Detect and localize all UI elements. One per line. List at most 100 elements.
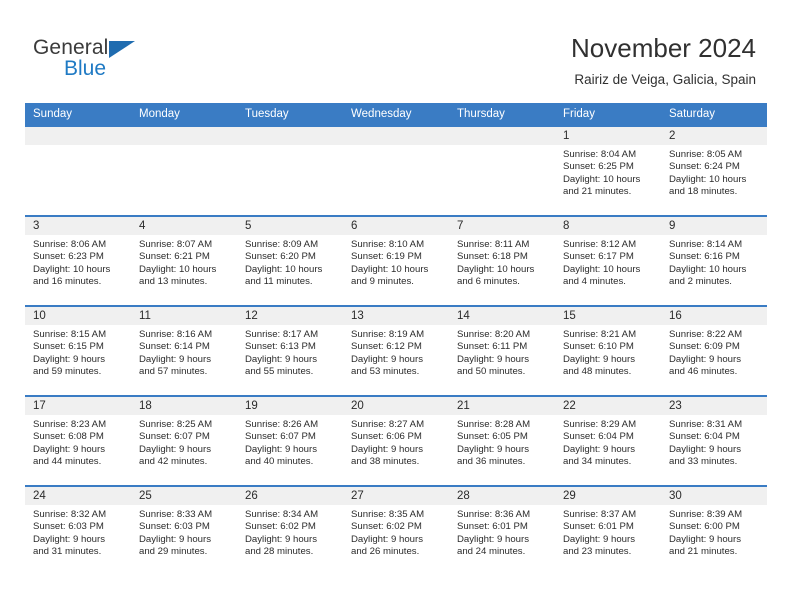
sunset-time: Sunset: 6:17 PM: [563, 251, 634, 263]
page-header: General Blue November 2024 Rairiz de Vei…: [0, 0, 792, 100]
day-number: 25: [131, 487, 237, 505]
daylight-duration-line1: Daylight: 9 hours: [563, 443, 635, 455]
day-number: 5: [237, 217, 343, 235]
sunset-time: Sunset: 6:12 PM: [351, 341, 422, 353]
calendar-day-cell[interactable]: 30 Sunrise: 8:39 AM Sunset: 6:00 PM Dayligh…: [661, 485, 767, 576]
daylight-duration-line1: Daylight: 10 hours: [563, 173, 641, 185]
calendar-day-cell[interactable]: 17 Sunrise: 8:23 AM Sunset: 6:08 PM Dayligh…: [25, 395, 131, 486]
daylight-duration-line1: Daylight: 9 hours: [245, 443, 317, 455]
calendar-cell-empty: [25, 125, 131, 216]
daylight-duration-line2: and 34 minutes.: [563, 456, 632, 468]
sunset-time: Sunset: 6:08 PM: [33, 431, 104, 443]
sunrise-time: Sunrise: 8:06 AM: [33, 239, 107, 250]
calendar-day-cell[interactable]: 11 Sunrise: 8:16 AM Sunset: 6:14 PM Dayligh…: [131, 305, 237, 396]
sunrise-time: Sunrise: 8:35 AM: [351, 509, 425, 520]
daylight-duration-line2: and 18 minutes.: [669, 186, 738, 198]
sunrise-time: Sunrise: 8:29 AM: [563, 419, 637, 430]
calendar-day-cell[interactable]: 3 Sunrise: 8:06 AM Sunset: 6:23 PM Daylight…: [25, 215, 131, 306]
daylight-duration-line2: and 38 minutes.: [351, 456, 420, 468]
calendar-day-cell[interactable]: 4 Sunrise: 8:07 AM Sunset: 6:21 PM Daylight…: [131, 215, 237, 306]
sun-info: Sunrise: 8:35 AM Sunset: 6:02 PM Daylight:…: [343, 505, 449, 559]
calendar-day-cell[interactable]: 2 Sunrise: 8:05 AM Sunset: 6:24 PM Daylight…: [661, 125, 767, 216]
sunrise-time: Sunrise: 8:27 AM: [351, 419, 425, 430]
calendar-day-cell[interactable]: 24 Sunrise: 8:32 AM Sunset: 6:03 PM Dayligh…: [25, 485, 131, 576]
calendar-day-cell[interactable]: 15 Sunrise: 8:21 AM Sunset: 6:10 PM Dayligh…: [555, 305, 661, 396]
sunset-time: Sunset: 6:04 PM: [563, 431, 634, 443]
sunrise-time: Sunrise: 8:04 AM: [563, 149, 637, 160]
sun-info: Sunrise: 8:17 AM Sunset: 6:13 PM Daylight:…: [237, 325, 343, 379]
calendar-day-cell[interactable]: 10 Sunrise: 8:15 AM Sunset: 6:15 PM Dayligh…: [25, 305, 131, 396]
sun-info: Sunrise: 8:06 AM Sunset: 6:23 PM Daylight:…: [25, 235, 131, 289]
day-number: 19: [237, 397, 343, 415]
sun-info: Sunrise: 8:16 AM Sunset: 6:14 PM Daylight:…: [131, 325, 237, 379]
daylight-duration-line2: and 29 minutes.: [139, 546, 208, 558]
sun-info: Sunrise: 8:32 AM Sunset: 6:03 PM Daylight:…: [25, 505, 131, 559]
daylight-duration-line1: Daylight: 9 hours: [33, 533, 105, 545]
weekday-header-saturday: Saturday: [661, 103, 767, 126]
sunrise-time: Sunrise: 8:20 AM: [457, 329, 531, 340]
daylight-duration-line1: Daylight: 10 hours: [669, 263, 747, 275]
sunset-time: Sunset: 6:07 PM: [139, 431, 210, 443]
sun-info: Sunrise: 8:04 AM Sunset: 6:25 PM Daylight:…: [555, 145, 661, 199]
calendar-day-cell[interactable]: 27 Sunrise: 8:35 AM Sunset: 6:02 PM Dayligh…: [343, 485, 449, 576]
calendar-day-cell[interactable]: 12 Sunrise: 8:17 AM Sunset: 6:13 PM Dayligh…: [237, 305, 343, 396]
sun-info: Sunrise: 8:10 AM Sunset: 6:19 PM Daylight:…: [343, 235, 449, 289]
sunrise-time: Sunrise: 8:15 AM: [33, 329, 107, 340]
sunset-time: Sunset: 6:05 PM: [457, 431, 528, 443]
sunset-time: Sunset: 6:19 PM: [351, 251, 422, 263]
sun-info: Sunrise: 8:37 AM Sunset: 6:01 PM Daylight:…: [555, 505, 661, 559]
calendar-day-cell[interactable]: 28 Sunrise: 8:36 AM Sunset: 6:01 PM Dayligh…: [449, 485, 555, 576]
day-number: 24: [25, 487, 131, 505]
calendar-day-cell[interactable]: 23 Sunrise: 8:31 AM Sunset: 6:04 PM Dayligh…: [661, 395, 767, 486]
sunset-time: Sunset: 6:21 PM: [139, 251, 210, 263]
daylight-duration-line2: and 13 minutes.: [139, 276, 208, 288]
calendar-day-cell[interactable]: 1 Sunrise: 8:04 AM Sunset: 6:25 PM Daylight…: [555, 125, 661, 216]
day-number: 17: [25, 397, 131, 415]
sun-info: Sunrise: 8:28 AM Sunset: 6:05 PM Daylight:…: [449, 415, 555, 469]
calendar-day-cell[interactable]: 8 Sunrise: 8:12 AM Sunset: 6:17 PM Daylight…: [555, 215, 661, 306]
day-number: 8: [555, 217, 661, 235]
day-number: 7: [449, 217, 555, 235]
daylight-duration-line1: Daylight: 10 hours: [33, 263, 111, 275]
calendar-body: 1 Sunrise: 8:04 AM Sunset: 6:25 PM Daylight…: [25, 125, 767, 576]
daylight-duration-line1: Daylight: 9 hours: [457, 443, 529, 455]
day-number: 15: [555, 307, 661, 325]
sun-info: Sunrise: 8:25 AM Sunset: 6:07 PM Daylight:…: [131, 415, 237, 469]
sunset-time: Sunset: 6:01 PM: [457, 521, 528, 533]
daylight-duration-line1: Daylight: 9 hours: [457, 353, 529, 365]
calendar-day-cell[interactable]: 25 Sunrise: 8:33 AM Sunset: 6:03 PM Dayligh…: [131, 485, 237, 576]
calendar-day-cell[interactable]: 22 Sunrise: 8:29 AM Sunset: 6:04 PM Dayligh…: [555, 395, 661, 486]
calendar-day-cell[interactable]: 29 Sunrise: 8:37 AM Sunset: 6:01 PM Dayligh…: [555, 485, 661, 576]
sunrise-time: Sunrise: 8:22 AM: [669, 329, 743, 340]
calendar-day-cell[interactable]: 20 Sunrise: 8:27 AM Sunset: 6:06 PM Dayligh…: [343, 395, 449, 486]
calendar-day-cell[interactable]: 14 Sunrise: 8:20 AM Sunset: 6:11 PM Dayligh…: [449, 305, 555, 396]
sunset-time: Sunset: 6:07 PM: [245, 431, 316, 443]
calendar-day-cell[interactable]: 6 Sunrise: 8:10 AM Sunset: 6:19 PM Daylight…: [343, 215, 449, 306]
daylight-duration-line1: Daylight: 9 hours: [563, 353, 635, 365]
sun-info: Sunrise: 8:05 AM Sunset: 6:24 PM Daylight:…: [661, 145, 767, 199]
calendar-day-cell[interactable]: 16 Sunrise: 8:22 AM Sunset: 6:09 PM Dayligh…: [661, 305, 767, 396]
calendar-day-cell[interactable]: 18 Sunrise: 8:25 AM Sunset: 6:07 PM Dayligh…: [131, 395, 237, 486]
calendar-week-row: 3 Sunrise: 8:06 AM Sunset: 6:23 PM Daylight…: [25, 215, 767, 306]
calendar-day-cell[interactable]: 9 Sunrise: 8:14 AM Sunset: 6:16 PM Daylight…: [661, 215, 767, 306]
day-number: 1: [555, 127, 661, 145]
calendar-day-cell[interactable]: 7 Sunrise: 8:11 AM Sunset: 6:18 PM Daylight…: [449, 215, 555, 306]
calendar-day-cell[interactable]: 21 Sunrise: 8:28 AM Sunset: 6:05 PM Dayligh…: [449, 395, 555, 486]
daylight-duration-line2: and 33 minutes.: [669, 456, 738, 468]
sunset-time: Sunset: 6:02 PM: [351, 521, 422, 533]
day-number: 20: [343, 397, 449, 415]
daylight-duration-line2: and 21 minutes.: [669, 546, 738, 558]
daylight-duration-line1: Daylight: 9 hours: [669, 353, 741, 365]
general-blue-logo[interactable]: General Blue: [33, 36, 183, 86]
daylight-duration-line2: and 44 minutes.: [33, 456, 102, 468]
calendar-day-cell[interactable]: 5 Sunrise: 8:09 AM Sunset: 6:20 PM Daylight…: [237, 215, 343, 306]
weekday-header-friday: Friday: [555, 103, 661, 126]
day-number: 21: [449, 397, 555, 415]
calendar-day-cell[interactable]: 26 Sunrise: 8:34 AM Sunset: 6:02 PM Dayligh…: [237, 485, 343, 576]
calendar-day-cell[interactable]: 19 Sunrise: 8:26 AM Sunset: 6:07 PM Dayligh…: [237, 395, 343, 486]
sunrise-time: Sunrise: 8:11 AM: [457, 239, 530, 250]
sun-info: Sunrise: 8:14 AM Sunset: 6:16 PM Daylight:…: [661, 235, 767, 289]
calendar-day-cell[interactable]: 13 Sunrise: 8:19 AM Sunset: 6:12 PM Dayligh…: [343, 305, 449, 396]
calendar-cell-empty: [343, 125, 449, 216]
sunrise-time: Sunrise: 8:36 AM: [457, 509, 531, 520]
